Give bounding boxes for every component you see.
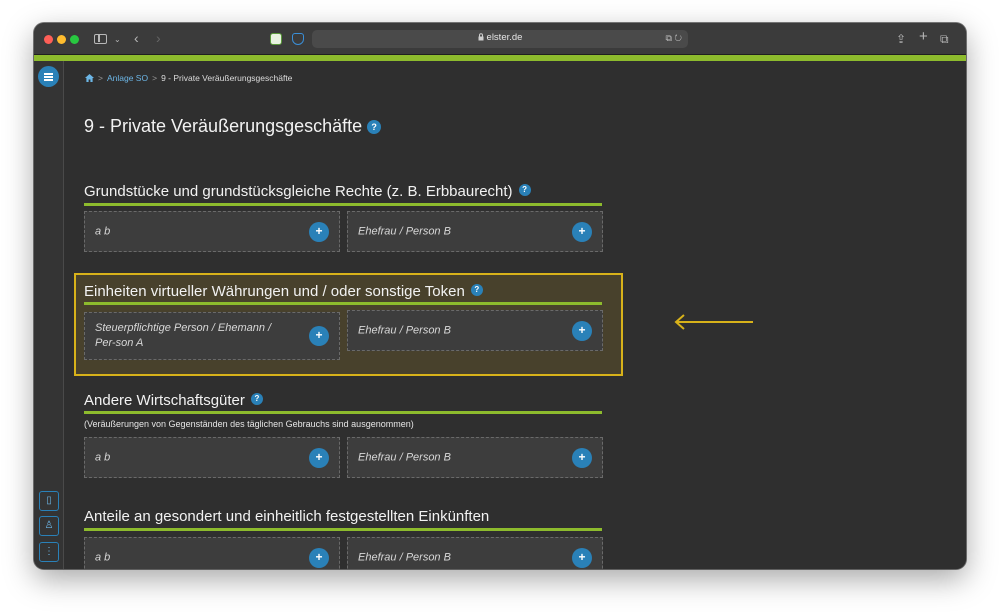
entry-card-person-a[interactable]: a b + <box>84 211 340 252</box>
extension-icon[interactable] <box>270 33 282 45</box>
entry-card-label: a b <box>95 451 111 463</box>
entry-card-person-b[interactable]: Ehefrau / Person B + <box>347 437 603 478</box>
section-title: Anteile an gesondert und einheitlich fes… <box>84 508 489 525</box>
browser-window: ⌄ ‹ › elster.de ⧉ ↻ ⇪ + ⧉ ▯ ♙ ⋮ > Anlage … <box>34 23 966 569</box>
sidebar-toggle-icon[interactable] <box>94 34 107 44</box>
new-tab-icon[interactable]: + <box>919 29 928 45</box>
section-title-text: Anteile an gesondert und einheitlich fes… <box>84 508 490 525</box>
breadcrumb-current: 9 - Private Veräußerungsgeschäfte <box>161 73 293 83</box>
help-icon[interactable]: ? <box>470 284 483 297</box>
tab-overview-icon[interactable]: ⧉ <box>940 31 949 47</box>
menu-icon-line <box>44 79 53 81</box>
section-title-text: Grundstücke und grundstücksgleiche Recht… <box>84 183 513 200</box>
entry-card-label: Ehefrau / Person B <box>358 451 451 463</box>
entry-card-label: Ehefrau / Person B <box>358 225 451 237</box>
lock-icon <box>478 33 484 41</box>
section-title: Einheiten virtueller Währungen und / ode… <box>84 283 483 300</box>
help-icon[interactable]: ? <box>518 184 531 197</box>
minimize-window-button[interactable] <box>57 35 66 44</box>
breadcrumb-separator: > <box>98 73 103 83</box>
menu-icon-line <box>44 73 53 75</box>
help-icon[interactable]: ? <box>367 120 382 135</box>
document-icon[interactable]: ▯ <box>39 491 59 511</box>
breadcrumb-separator: > <box>152 73 158 83</box>
entry-card-person-a[interactable]: a b + <box>84 537 340 569</box>
add-button[interactable]: + <box>309 326 329 346</box>
entry-card-person-a[interactable]: a b + <box>84 437 340 478</box>
home-icon[interactable] <box>85 74 94 82</box>
add-button[interactable]: + <box>572 447 592 468</box>
address-bar[interactable]: elster.de ⧉ ↻ <box>312 30 688 48</box>
browser-toolbar: ⌄ ‹ › elster.de ⧉ ↻ ⇪ + ⧉ <box>34 23 966 55</box>
url-label: elster.de <box>486 32 523 43</box>
entry-card-person-b[interactable]: Ehefrau / Person B + <box>347 211 603 252</box>
add-button[interactable]: + <box>572 320 592 341</box>
more-options-icon[interactable]: ⋮ <box>39 542 59 562</box>
section-divider <box>84 203 602 206</box>
entry-card-person-b[interactable]: Ehefrau / Person B + <box>347 310 603 351</box>
add-button[interactable]: + <box>572 547 592 568</box>
entry-card-label: Ehefrau / Person B <box>358 551 451 563</box>
menu-icon-line <box>44 76 53 78</box>
entry-card-person-b[interactable]: Ehefrau / Person B + <box>347 537 603 569</box>
main-content: > Anlage SO >9 - Private Veräußerungsgesch… <box>65 61 966 569</box>
entry-card-label: a b <box>95 551 111 563</box>
section-divider <box>84 528 602 531</box>
entry-card-label: a b <box>95 225 111 237</box>
add-button[interactable]: + <box>309 547 329 568</box>
address-text: elster.de <box>312 32 688 43</box>
shield-icon[interactable] <box>292 33 304 45</box>
breadcrumb-link-anlage[interactable]: Anlage SO <box>107 73 148 83</box>
menu-button[interactable] <box>38 66 59 87</box>
section-title-text: Andere Wirtschaftsgüter <box>84 392 245 409</box>
zoom-window-button[interactable] <box>70 35 79 44</box>
close-window-button[interactable] <box>44 35 53 44</box>
add-button[interactable]: + <box>572 221 592 242</box>
section-title: Grundstücke und grundstücksgleiche Recht… <box>84 183 531 200</box>
page-title: 9 - Private Veräußerungsgeschäfte ? <box>84 116 382 137</box>
section-note: (Veräußerungen von Gegenständen des tägl… <box>84 419 414 429</box>
chevron-down-icon[interactable]: ⌄ <box>114 32 121 48</box>
add-button[interactable]: + <box>309 447 329 468</box>
entry-card-person-a[interactable]: Steuerpflichtige Person / Ehemann / Per-… <box>84 312 340 360</box>
section-divider <box>84 302 602 305</box>
side-navigation: ▯ ♙ ⋮ <box>34 61 64 569</box>
section-title-text: Einheiten virtueller Währungen und / ode… <box>84 283 465 300</box>
arrow-left-icon <box>674 314 753 330</box>
entry-card-label: Ehefrau / Person B <box>358 324 451 336</box>
translate-reload-icons[interactable]: ⧉ ↻ <box>665 33 682 44</box>
entry-card-label: Steuerpflichtige Person / Ehemann / Per-… <box>95 322 272 349</box>
person-icon[interactable]: ♙ <box>39 516 59 536</box>
section-divider <box>84 411 602 414</box>
section-title: Andere Wirtschaftsgüter? <box>84 392 263 409</box>
forward-icon[interactable]: › <box>156 30 161 46</box>
breadcrumb: > Anlage SO >9 - Private Veräußerungsgesch… <box>85 73 292 83</box>
help-icon[interactable]: ? <box>250 393 263 406</box>
share-icon[interactable]: ⇪ <box>896 31 906 47</box>
back-icon[interactable]: ‹ <box>134 30 139 46</box>
add-button[interactable]: + <box>309 221 329 242</box>
page-title-text: 9 - Private Veräußerungsgeschäfte <box>84 116 363 136</box>
